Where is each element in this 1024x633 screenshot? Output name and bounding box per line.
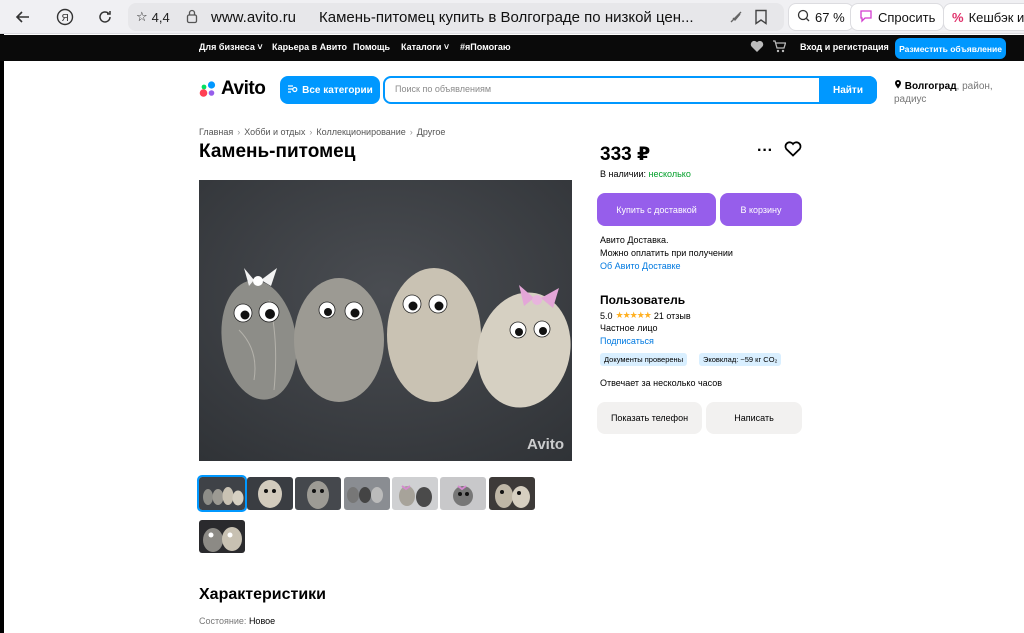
seller-rating: 5.0 ★★★★★ 21 отзыв: [600, 310, 691, 321]
lock-icon[interactable]: [186, 9, 198, 29]
thumbnail-1[interactable]: [197, 475, 247, 512]
percent-icon: %: [952, 9, 964, 25]
thumbnail-8[interactable]: [199, 520, 245, 553]
breadcrumb-other[interactable]: Другое: [417, 127, 446, 137]
nav-ihelp[interactable]: #яПомогаю: [460, 42, 511, 52]
subscribe-link[interactable]: Подписаться: [600, 336, 654, 346]
delivery-info: Авито Доставка. Можно оплатить при получ…: [600, 234, 733, 273]
svg-text:Я: Я: [62, 13, 69, 24]
no-tracking-icon[interactable]: [728, 9, 744, 30]
delivery-line-1: Авито Доставка.: [600, 235, 669, 245]
seller-type: Частное лицо: [600, 323, 658, 333]
zoom-icon: [797, 9, 810, 25]
rating-stars-icon: ★★★★★: [615, 310, 652, 320]
all-categories-button[interactable]: Все категории: [280, 76, 380, 104]
nav-catalogs[interactable]: Каталоги ˅: [401, 42, 449, 52]
search-box: Поиск по объявлениям Найти: [383, 76, 877, 104]
star-icon: ☆: [136, 9, 148, 24]
seller-rating-value: 5.0: [600, 310, 613, 321]
breadcrumb-hobby[interactable]: Хобби и отдых: [244, 127, 305, 137]
ask-button[interactable]: Спросить: [850, 3, 945, 31]
address-bar[interactable]: ☆ 4,4 www.avito.ru Камень-питомец купить…: [128, 3, 784, 31]
condition-row: Состояние: Новое: [199, 616, 275, 626]
nav-help[interactable]: Помощь: [353, 42, 390, 52]
favorites-icon[interactable]: [750, 40, 764, 55]
reload-icon[interactable]: [94, 6, 116, 28]
stock-label: В наличии:: [600, 169, 647, 179]
bookmark-icon[interactable]: [754, 9, 768, 30]
location-city: Волгоград: [904, 81, 957, 92]
condition-value: Новое: [248, 616, 276, 626]
condition-label: Состояние:: [199, 616, 247, 626]
cart-icon[interactable]: [772, 40, 787, 55]
page-title: Камень-питомец: [199, 141, 356, 162]
stone-pets-image: [199, 180, 572, 461]
price: 333 ₽: [600, 144, 651, 165]
documents-verified-badge[interactable]: Документы проверены: [600, 353, 688, 366]
location-pin-icon: [894, 80, 905, 92]
buy-with-delivery-button[interactable]: Купить с доставкой: [597, 193, 716, 226]
top-nav: Для бизнеса ˅ Карьера в Авито Помощь Кат…: [0, 35, 1024, 61]
avito-logo-dots: [199, 81, 216, 97]
show-phone-button[interactable]: Показать телефон: [597, 402, 702, 434]
cashback-label: Кешбэк и: [968, 9, 1024, 25]
more-options-icon[interactable]: ···: [757, 142, 773, 160]
add-to-cart-button[interactable]: В корзину: [720, 193, 802, 226]
tab-page-title: Камень-питомец купить в Волгограде по ни…: [319, 9, 694, 26]
all-categories-label: Все категории: [302, 84, 373, 96]
zoom-value: 67 %: [815, 9, 845, 25]
write-message-button[interactable]: Написать: [706, 402, 802, 434]
menu-icon: [287, 84, 298, 97]
search-button[interactable]: Найти: [819, 76, 877, 104]
avito-logo[interactable]: Avito: [199, 78, 266, 100]
delivery-info-link[interactable]: Об Авито Доставке: [600, 260, 733, 273]
site-rating[interactable]: ☆ 4,4: [136, 9, 170, 25]
breadcrumb: Главная › Хобби и отдых › Коллекционирован…: [199, 127, 446, 137]
thumbnail-4[interactable]: [344, 477, 390, 510]
thumbnail-7[interactable]: [489, 477, 535, 510]
thumbnail-2[interactable]: [247, 477, 293, 510]
back-icon[interactable]: [12, 6, 34, 28]
chat-icon: [859, 9, 873, 26]
window-edge: [0, 34, 4, 633]
stock-value: несколько: [648, 169, 691, 179]
search-input[interactable]: Поиск по объявлениям: [395, 84, 491, 94]
stock-status: В наличии: несколько: [600, 169, 691, 179]
seller-reviews-link[interactable]: 21 отзыв: [654, 311, 691, 321]
breadcrumb-collecting[interactable]: Коллекционирование: [316, 127, 405, 137]
login-link[interactable]: Вход и регистрация: [800, 42, 889, 52]
thumbnail-3[interactable]: [295, 477, 341, 510]
delivery-line-2: Можно оплатить при получении: [600, 248, 733, 258]
response-time: Отвечает за несколько часов: [600, 378, 723, 388]
eco-contribution-badge[interactable]: Эковклад: ~59 кг CO₂: [699, 353, 782, 366]
nav-business[interactable]: Для бизнеса ˅: [199, 42, 263, 52]
thumbnail-6[interactable]: [440, 477, 486, 510]
nav-careers[interactable]: Карьера в Авито: [272, 42, 347, 52]
yandex-icon[interactable]: Я: [54, 6, 76, 28]
ask-label: Спросить: [878, 9, 936, 25]
breadcrumb-home[interactable]: Главная: [199, 127, 233, 137]
zoom-indicator[interactable]: 67 %: [788, 3, 854, 31]
url-domain: www.avito.ru: [211, 9, 297, 26]
avito-logo-text: Avito: [221, 78, 266, 99]
avito-watermark: Avito: [527, 436, 564, 453]
cashback-button[interactable]: % Кешбэк и: [943, 3, 1024, 31]
favorite-heart-icon[interactable]: [784, 141, 802, 162]
browser-toolbar: Я ☆ 4,4 www.avito.ru Камень-питомец купи…: [0, 0, 1024, 34]
seller-name[interactable]: Пользователь: [600, 293, 685, 307]
characteristics-title: Характеристики: [199, 586, 327, 603]
site-rating-value: 4,4: [151, 9, 170, 25]
location-selector[interactable]: Волгоград, район, радиус: [894, 79, 1004, 106]
thumbnail-5[interactable]: [392, 477, 438, 510]
main-product-photo[interactable]: Avito: [199, 180, 572, 461]
post-ad-button[interactable]: Разместить объявление: [895, 38, 1006, 59]
